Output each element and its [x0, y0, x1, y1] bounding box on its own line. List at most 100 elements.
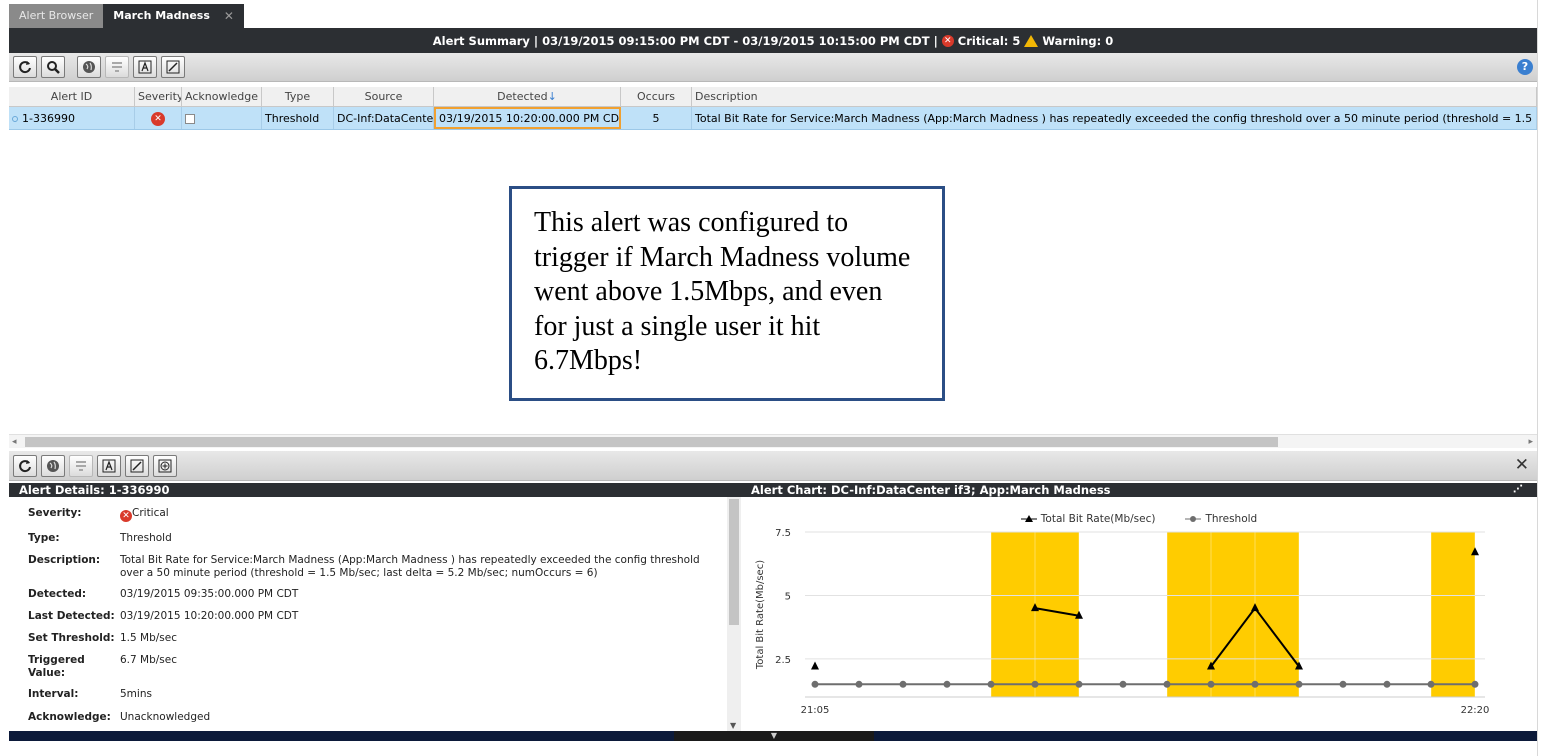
scroll-right-icon[interactable]: ▸ — [1528, 435, 1533, 449]
detail-value: 1.5 Mb/sec — [120, 632, 178, 644]
threshold-point — [1031, 680, 1039, 688]
close-tab-icon[interactable]: ✕ — [224, 4, 234, 28]
detail-severity: Severity: ✕ Critical — [28, 507, 169, 522]
detail-value: Total Bit Rate for Service:March Madness… — [120, 554, 700, 580]
tab-label: Alert Browser — [19, 9, 94, 22]
detail-label: Severity: — [28, 507, 82, 519]
cell-type: Threshold — [262, 107, 334, 129]
column-description[interactable]: Description — [692, 87, 1537, 106]
plus-circle-icon — [158, 459, 172, 472]
filter-list-icon — [76, 460, 86, 471]
annotation-callout: This alert was configured to trigger if … — [509, 186, 945, 401]
filter-list-icon — [112, 62, 122, 72]
chart-header-title: Alert Chart: DC-Inf:DataCenter if3; App:… — [751, 483, 1111, 497]
detail-interval: Interval: 5mins — [28, 688, 152, 701]
edit-box-icon — [166, 60, 180, 74]
y-tick-label: 2.5 — [775, 655, 791, 666]
horizontal-scrollbar[interactable]: ◂ ▸ — [9, 434, 1537, 448]
x-tick-label: 21:05 — [801, 705, 830, 716]
column-acknowledge[interactable]: Acknowledge — [182, 87, 262, 106]
chart-options-icon[interactable]: ⋰ — [1513, 483, 1523, 497]
detail-value: 6.7 Mb/sec — [120, 654, 178, 666]
detail-last-detected: Last Detected: 03/19/2015 10:20:00.000 P… — [28, 610, 298, 623]
refresh-button[interactable] — [13, 56, 37, 78]
column-detected[interactable]: Detected↓ — [434, 87, 621, 106]
label-line: Value: — [28, 667, 66, 679]
cell-source: DC-Inf:DataCenter — [334, 107, 434, 129]
y-tick-label: 7.5 — [775, 528, 791, 539]
alert-id-value: 1-336990 — [22, 112, 75, 125]
text-button[interactable] — [97, 454, 121, 477]
refresh-button[interactable] — [13, 454, 37, 477]
refresh-icon — [19, 61, 31, 74]
scrollbar-thumb[interactable] — [729, 499, 739, 625]
text-button[interactable] — [133, 56, 157, 78]
detail-description: Description: Total Bit Rate for Service:… — [28, 554, 700, 580]
column-occurs[interactable]: Occurs — [621, 87, 692, 106]
threshold-point — [855, 680, 863, 688]
column-severity[interactable]: Severity — [135, 87, 182, 106]
scrollbar-thumb[interactable] — [25, 437, 1278, 447]
acknowledge-checkbox[interactable] — [185, 114, 195, 124]
severity-text: Critical — [132, 507, 169, 519]
details-header: Alert Details: 1-336990 — [9, 483, 741, 497]
globe-button[interactable] — [77, 56, 101, 78]
cell-acknowledge — [182, 107, 262, 129]
globe-icon — [47, 459, 59, 472]
detail-acknowledge: Acknowledge: Unacknowledged — [28, 711, 210, 724]
cell-description: Total Bit Rate for Service:March Madness… — [692, 107, 1537, 129]
scroll-down-icon[interactable]: ▼ — [730, 721, 736, 730]
expand-handle-icon[interactable]: ▼ — [674, 731, 874, 741]
search-button[interactable] — [41, 56, 65, 78]
details-vertical-scrollbar[interactable]: ▼ — [727, 497, 741, 731]
detail-label: Acknowledge: — [28, 711, 111, 723]
scroll-left-icon[interactable]: ◂ — [12, 435, 17, 449]
cell-severity: ✕ — [135, 107, 182, 129]
help-icon[interactable]: ? — [1517, 59, 1533, 75]
cell-detected[interactable]: 03/19/2015 10:20:00.000 PM CDT — [434, 107, 621, 129]
y-tick-label: 5 — [785, 591, 791, 602]
threshold-point — [899, 680, 907, 688]
column-source[interactable]: Source — [334, 87, 434, 106]
table-header: Alert ID Severity Acknowledge Type Sourc… — [9, 87, 1537, 107]
tab-alert-browser[interactable]: Alert Browser — [9, 4, 104, 28]
chart-plot: 2.5 5 7.5 21:05 22:20 Total Bit Rate(Mb/sec) — [755, 528, 1490, 716]
threshold-point — [1427, 680, 1435, 688]
tab-strip: Alert Browser March Madness ✕ — [9, 4, 244, 28]
alert-details-panel: Severity: ✕ Critical Type: Threshold Desc… — [9, 497, 727, 731]
detail-label: Last Detected: — [28, 610, 115, 622]
detail-label: Description: — [28, 554, 101, 566]
y-axis-label: Total Bit Rate(Mb/sec) — [755, 560, 766, 670]
detail-triggered-value: Triggered Value: 6.7 Mb/sec — [28, 654, 177, 680]
detail-label: Detected: — [28, 588, 87, 600]
edit-button[interactable] — [125, 454, 149, 477]
table-row[interactable]: 1-336990 ✕ Threshold DC-Inf:DataCenter 0… — [9, 107, 1537, 130]
close-panel-icon[interactable]: ✕ — [1515, 455, 1529, 475]
alert-chart-panel: Total Bit Rate(Mb/sec) Threshold 2.5 5 7.5… — [741, 497, 1537, 731]
description-line: over a 50 minute period (threshold = 1.5… — [120, 567, 598, 579]
search-icon — [47, 61, 60, 74]
filter-button[interactable] — [69, 454, 93, 477]
refresh-icon — [19, 459, 31, 472]
detail-value: ✕ Critical — [120, 507, 169, 522]
warning-count: Warning: 0 — [1042, 33, 1114, 48]
threshold-point — [1471, 680, 1479, 688]
detail-value: 03/19/2015 10:20:00.000 PM CDT — [120, 610, 299, 622]
top-toolbar: ? — [9, 53, 1537, 82]
window-edge — [1537, 0, 1546, 756]
threshold-point — [1295, 680, 1303, 688]
column-alert-id[interactable]: Alert ID — [9, 87, 135, 106]
edit-button[interactable] — [161, 56, 185, 78]
column-type[interactable]: Type — [262, 87, 334, 106]
detail-label: Set Threshold: — [28, 632, 115, 644]
globe-button[interactable] — [41, 454, 65, 477]
x-tick-label: 22:20 — [1461, 705, 1490, 716]
tab-march-madness[interactable]: March Madness ✕ — [103, 4, 244, 28]
filter-button[interactable] — [105, 56, 129, 78]
alert-table: Alert ID Severity Acknowledge Type Sourc… — [9, 87, 1537, 130]
details-toolbar: ✕ — [9, 451, 1537, 481]
add-button[interactable] — [153, 454, 177, 477]
summary-text: Alert Summary | 03/19/2015 09:15:00 PM C… — [432, 33, 938, 48]
cell-alert-id: 1-336990 — [9, 107, 135, 129]
threshold-point — [1339, 680, 1347, 688]
